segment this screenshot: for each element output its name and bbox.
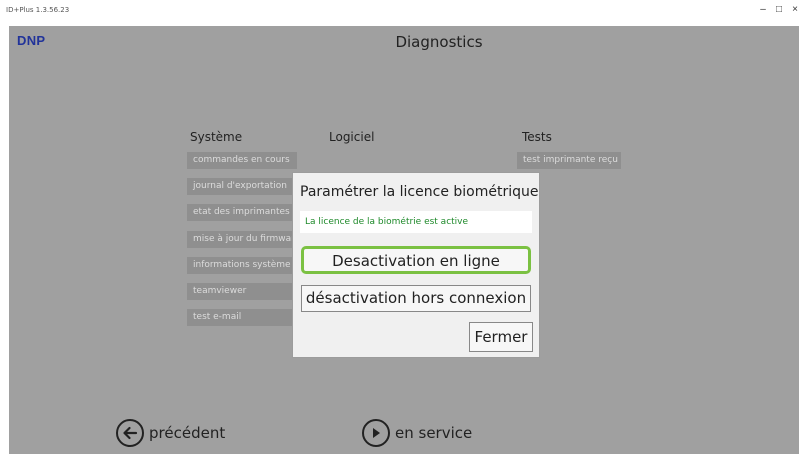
system-item-printer-status[interactable]: etat des imprimantes [187,204,297,221]
biometric-license-dialog: Paramétrer la licence biométrique La lic… [292,172,540,358]
minimize-icon[interactable]: – [756,4,770,15]
in-service-button[interactable]: en service [362,416,472,450]
column-heading-software: Logiciel [329,130,375,144]
app-window: DNP Diagnostics Système Logiciel Tests c… [9,26,799,454]
license-status: La licence de la biométrie est active [300,211,532,233]
maximize-icon[interactable]: □ [772,4,786,15]
in-service-label: en service [395,424,473,442]
system-item-export-log[interactable]: journal d'exportation [187,178,297,195]
system-item-system-info[interactable]: informations système [187,257,297,274]
system-item-commands[interactable]: commandes en cours [187,152,297,169]
page-title: Diagnostics [395,33,483,51]
offline-deactivation-button[interactable]: désactivation hors connexion [301,285,531,312]
system-item-teamviewer[interactable]: teamviewer [187,283,297,300]
close-icon[interactable]: × [788,4,799,15]
online-deactivation-button[interactable]: Desactivation en ligne [301,246,531,274]
dialog-title: Paramétrer la licence biométrique [300,184,539,200]
close-button[interactable]: Fermer [469,322,533,352]
system-item-test-email[interactable]: test e-mail [187,309,297,326]
dnp-logo: DNP [17,33,46,48]
play-icon [362,419,390,447]
previous-button[interactable]: précédent [116,416,225,450]
window-titlebar: ID+Plus 1.3.56.23 – □ × [0,0,799,26]
system-item-firmware-update[interactable]: mise à jour du firmware [187,231,297,248]
window-title: ID+Plus 1.3.56.23 [6,6,70,14]
arrow-left-icon [116,419,144,447]
previous-label: précédent [149,424,226,442]
tests-item-receipt-printer[interactable]: test imprimante reçu [517,152,621,169]
column-heading-system: Système [190,130,243,144]
column-heading-tests: Tests [522,130,552,144]
